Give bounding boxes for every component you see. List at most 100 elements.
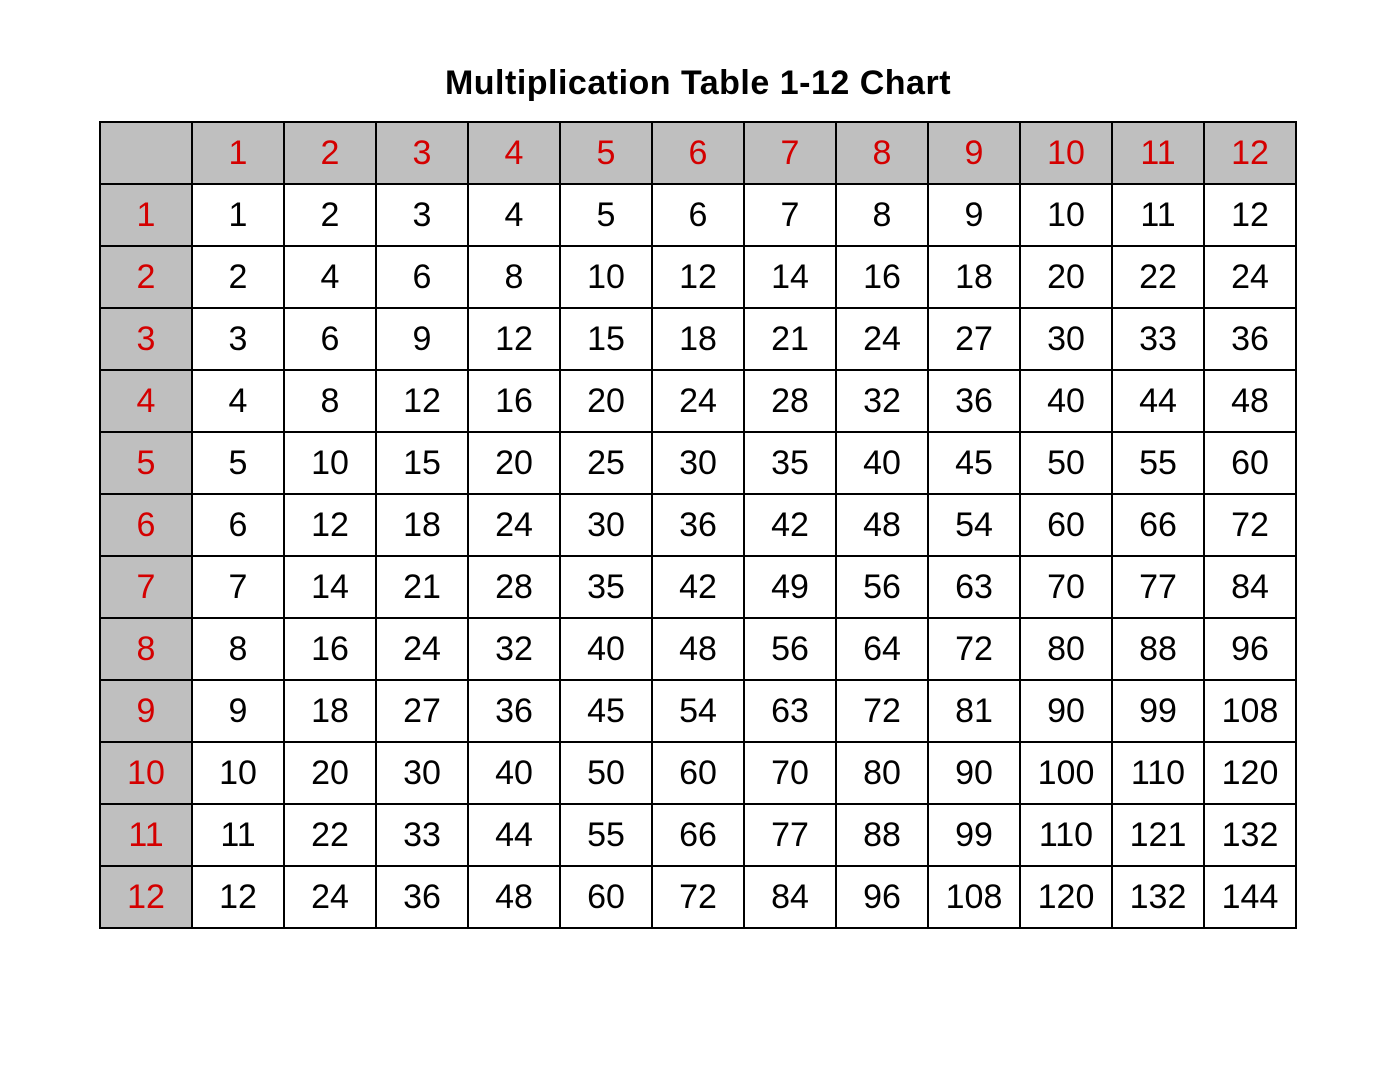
table-cell: 16 <box>468 370 560 432</box>
table-cell: 30 <box>1020 308 1112 370</box>
row-header: 10 <box>100 742 192 804</box>
col-header: 10 <box>1020 122 1112 184</box>
table-cell: 36 <box>928 370 1020 432</box>
table-cell: 144 <box>1204 866 1296 928</box>
table-cell: 40 <box>1020 370 1112 432</box>
row-header: 1 <box>100 184 192 246</box>
corner-cell <box>100 122 192 184</box>
table-cell: 56 <box>836 556 928 618</box>
table-cell: 7 <box>192 556 284 618</box>
table-cell: 16 <box>284 618 376 680</box>
table-cell: 36 <box>468 680 560 742</box>
table-cell: 108 <box>928 866 1020 928</box>
page-title: Multiplication Table 1-12 Chart <box>445 64 951 103</box>
table-cell: 48 <box>1204 370 1296 432</box>
table-cell: 2 <box>192 246 284 308</box>
table-cell: 55 <box>1112 432 1204 494</box>
table-row: 661218243036424854606672 <box>100 494 1296 556</box>
table-cell: 72 <box>928 618 1020 680</box>
table-cell: 44 <box>468 804 560 866</box>
table-cell: 40 <box>560 618 652 680</box>
table-cell: 4 <box>192 370 284 432</box>
table-cell: 18 <box>284 680 376 742</box>
table-cell: 63 <box>744 680 836 742</box>
table-cell: 50 <box>1020 432 1112 494</box>
table-cell: 50 <box>560 742 652 804</box>
table-cell: 88 <box>836 804 928 866</box>
table-cell: 14 <box>284 556 376 618</box>
table-cell: 20 <box>284 742 376 804</box>
table-cell: 108 <box>1204 680 1296 742</box>
table-cell: 132 <box>1204 804 1296 866</box>
table-cell: 18 <box>376 494 468 556</box>
table-row: 121224364860728496108120132144 <box>100 866 1296 928</box>
table-cell: 8 <box>468 246 560 308</box>
table-row: 771421283542495663707784 <box>100 556 1296 618</box>
table-cell: 32 <box>468 618 560 680</box>
table-cell: 11 <box>192 804 284 866</box>
table-cell: 8 <box>836 184 928 246</box>
table-row: 9918273645546372819099108 <box>100 680 1296 742</box>
table-cell: 96 <box>836 866 928 928</box>
table-cell: 24 <box>836 308 928 370</box>
table-cell: 18 <box>652 308 744 370</box>
table-cell: 99 <box>928 804 1020 866</box>
row-header: 6 <box>100 494 192 556</box>
table-cell: 30 <box>376 742 468 804</box>
table-cell: 10 <box>560 246 652 308</box>
table-cell: 33 <box>1112 308 1204 370</box>
table-cell: 49 <box>744 556 836 618</box>
table-row: 10102030405060708090100110120 <box>100 742 1296 804</box>
table-cell: 4 <box>468 184 560 246</box>
table-cell: 24 <box>468 494 560 556</box>
table-cell: 110 <box>1112 742 1204 804</box>
col-header: 3 <box>376 122 468 184</box>
row-header: 5 <box>100 432 192 494</box>
col-header: 7 <box>744 122 836 184</box>
table-row: 44812162024283236404448 <box>100 370 1296 432</box>
table-cell: 6 <box>192 494 284 556</box>
col-header: 11 <box>1112 122 1204 184</box>
table-cell: 96 <box>1204 618 1296 680</box>
table-cell: 36 <box>652 494 744 556</box>
table-cell: 10 <box>284 432 376 494</box>
table-cell: 21 <box>376 556 468 618</box>
table-row: 224681012141618202224 <box>100 246 1296 308</box>
table-cell: 77 <box>1112 556 1204 618</box>
table-cell: 72 <box>836 680 928 742</box>
table-cell: 1 <box>192 184 284 246</box>
table-cell: 36 <box>1204 308 1296 370</box>
table-cell: 12 <box>376 370 468 432</box>
table-cell: 45 <box>928 432 1020 494</box>
table-cell: 22 <box>284 804 376 866</box>
table-cell: 72 <box>652 866 744 928</box>
table-cell: 70 <box>744 742 836 804</box>
table-cell: 9 <box>192 680 284 742</box>
table-cell: 12 <box>284 494 376 556</box>
table-cell: 132 <box>1112 866 1204 928</box>
table-cell: 24 <box>1204 246 1296 308</box>
table-cell: 80 <box>836 742 928 804</box>
table-cell: 10 <box>192 742 284 804</box>
table-cell: 25 <box>560 432 652 494</box>
table-cell: 12 <box>1204 184 1296 246</box>
col-header: 9 <box>928 122 1020 184</box>
table-cell: 120 <box>1020 866 1112 928</box>
table-cell: 60 <box>1020 494 1112 556</box>
table-cell: 84 <box>744 866 836 928</box>
table-cell: 30 <box>652 432 744 494</box>
col-header: 12 <box>1204 122 1296 184</box>
table-cell: 5 <box>560 184 652 246</box>
table-cell: 20 <box>468 432 560 494</box>
multiplication-table: 1 2 3 4 5 6 7 8 9 10 11 12 1123456789101… <box>99 121 1297 929</box>
table-cell: 24 <box>652 370 744 432</box>
table-cell: 5 <box>192 432 284 494</box>
row-header: 12 <box>100 866 192 928</box>
table-cell: 121 <box>1112 804 1204 866</box>
table-cell: 56 <box>744 618 836 680</box>
row-header: 2 <box>100 246 192 308</box>
table-cell: 22 <box>1112 246 1204 308</box>
table-cell: 15 <box>376 432 468 494</box>
table-cell: 99 <box>1112 680 1204 742</box>
table-cell: 21 <box>744 308 836 370</box>
